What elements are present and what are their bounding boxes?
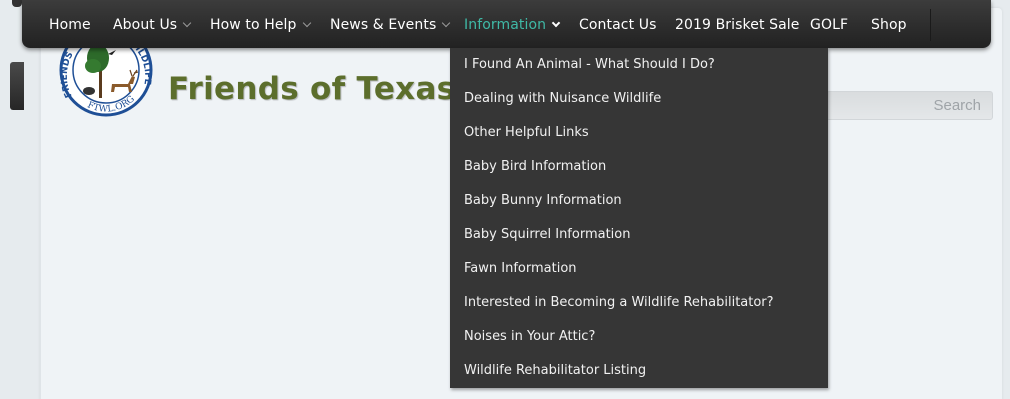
nav-divider	[930, 9, 931, 41]
information-dropdown-menu: I Found An Animal - What Should I Do? De…	[450, 48, 828, 388]
nav-item-about-us[interactable]: About Us	[113, 0, 192, 48]
nav-label: 2019 Brisket Sale	[675, 17, 800, 33]
nav-item-brisket-sale[interactable]: 2019 Brisket Sale	[675, 0, 799, 48]
menu-item-baby-bird[interactable]: Baby Bird Information	[450, 150, 828, 184]
chevron-down-icon	[442, 18, 451, 28]
menu-item-nuisance-wildlife[interactable]: Dealing with Nuisance Wildlife	[450, 82, 828, 116]
nav-item-contact-us[interactable]: Contact Us	[579, 0, 656, 48]
side-tab[interactable]	[10, 62, 24, 110]
nav-item-shop[interactable]: Shop	[871, 0, 907, 48]
nav-label: News & Events	[330, 17, 437, 33]
chevron-down-icon	[551, 18, 561, 28]
menu-item-become-rehabilitator[interactable]: Interested in Becoming a Wildlife Rehabi…	[450, 286, 828, 320]
nav-label: Information	[464, 17, 547, 33]
menu-item-baby-squirrel[interactable]: Baby Squirrel Information	[450, 218, 828, 252]
left-edge-nub	[12, 0, 22, 7]
logo-seal-icon: FRIENDS WILDLIFE FTWL.ORG	[59, 36, 153, 117]
search-input[interactable]: Search	[826, 91, 993, 120]
menu-item-rehabilitator-listing[interactable]: Wildlife Rehabilitator Listing	[450, 354, 828, 388]
nav-item-how-to-help[interactable]: How to Help	[210, 0, 311, 48]
menu-item-baby-bunny[interactable]: Baby Bunny Information	[450, 184, 828, 218]
main-navigation: Home About Us How to Help News & Events …	[22, 0, 991, 48]
chevron-down-icon	[182, 18, 192, 28]
site-logo[interactable]: FRIENDS WILDLIFE FTWL.ORG	[54, 36, 158, 118]
chevron-down-icon	[302, 18, 311, 28]
nav-item-golf[interactable]: GOLF	[810, 0, 848, 48]
nav-label: Home	[49, 17, 91, 33]
menu-item-found-animal[interactable]: I Found An Animal - What Should I Do?	[450, 48, 828, 82]
nav-label: Contact Us	[579, 17, 657, 33]
menu-item-helpful-links[interactable]: Other Helpful Links	[450, 116, 828, 150]
menu-item-fawn[interactable]: Fawn Information	[450, 252, 828, 286]
nav-label: About Us	[113, 17, 178, 33]
nav-item-news-events[interactable]: News & Events	[330, 0, 451, 48]
menu-item-attic-noises[interactable]: Noises in Your Attic?	[450, 320, 828, 354]
nav-label: Shop	[871, 17, 907, 33]
nav-item-home[interactable]: Home	[49, 0, 91, 48]
nav-label: How to Help	[210, 17, 297, 33]
nav-label: GOLF	[810, 17, 849, 33]
nav-item-information[interactable]: Information	[464, 0, 561, 48]
